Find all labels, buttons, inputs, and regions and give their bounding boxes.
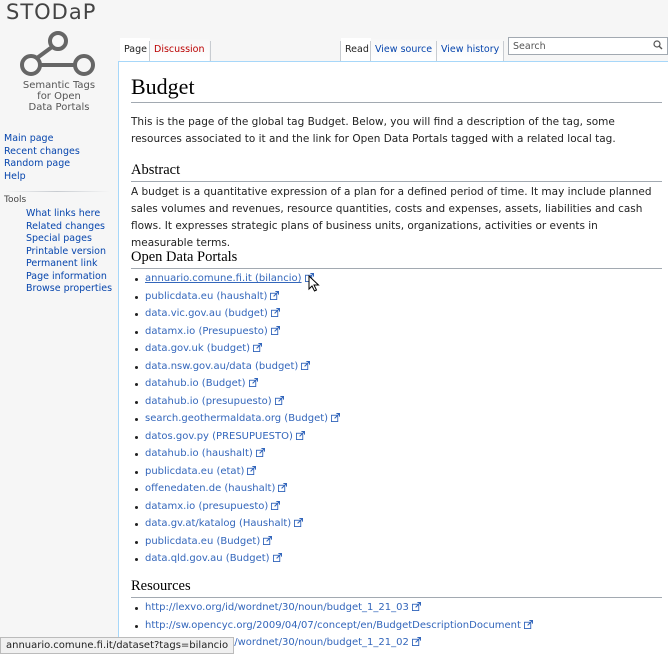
external-link-icon — [295, 430, 305, 440]
logo-subtitle: Semantic Tags for Open Data Portals — [22, 80, 96, 113]
portal-item-link[interactable]: annuario.comune.fi.it (bilancio) — [145, 273, 302, 284]
portal-item: publicdata.eu (etat) — [134, 463, 340, 481]
external-link-icon — [255, 448, 265, 457]
external-link-icon — [301, 360, 311, 370]
tab-bar: Page Discussion Read View source View hi… — [118, 33, 668, 61]
portal-item: data.gv.at/katalog (Haushalt) — [134, 515, 340, 533]
status-bar-url: annuario.comune.fi.it/dataset?tags=bilan… — [0, 637, 235, 654]
portals-heading: Open Data Portals — [131, 249, 238, 265]
tab-view-history[interactable]: View history — [437, 38, 504, 61]
external-link-icon — [263, 535, 273, 545]
external-link-icon — [271, 500, 281, 510]
external-link-icon — [272, 553, 282, 562]
portal-item: offenedaten.de (haushalt) — [134, 480, 340, 498]
tab-separator — [210, 41, 211, 61]
content-area: Budget This is the page of the global ta… — [118, 61, 668, 654]
portal-item-link[interactable]: data.vic.gov.au (budget) — [145, 308, 268, 319]
portal-item-link[interactable]: data.qld.gov.au (Budget) — [145, 553, 270, 564]
mouse-cursor-icon — [308, 275, 320, 292]
resources-heading: Resources — [131, 578, 191, 594]
portal-item-link[interactable]: data.gov.uk (budget) — [145, 343, 250, 354]
external-link-icon — [247, 465, 257, 475]
abstract-paragraph: A budget is a quantitative expression of… — [131, 186, 652, 249]
portal-item: data.vic.gov.au (budget) — [134, 305, 340, 323]
title-underline — [131, 102, 662, 103]
external-link-icon — [411, 637, 421, 646]
portal-item: data.gov.uk (budget) — [134, 340, 340, 358]
search-icon[interactable] — [653, 40, 663, 50]
tab-page[interactable]: Page — [120, 38, 151, 61]
portal-item: datahub.io (haushalt) — [134, 445, 340, 463]
external-link-icon — [411, 602, 421, 611]
resource-item: http://sw.opencyc.org/2009/04/07/concept… — [135, 617, 533, 635]
portal-item-link[interactable]: publicdata.eu (haushalt) — [145, 291, 267, 302]
external-link-icon — [248, 378, 258, 387]
portal-item-link[interactable]: data.gv.at/katalog (Haushalt) — [145, 518, 291, 529]
search-box — [508, 37, 668, 55]
nav-recent-changes[interactable]: Recent changes — [4, 146, 80, 159]
portal-item-link[interactable]: datahub.io (haushalt) — [145, 448, 253, 459]
portal-item: data.qld.gov.au (Budget) — [134, 550, 340, 568]
portal-item-link[interactable]: datamx.io (Presupuesto) — [145, 326, 268, 337]
portal-item-link[interactable]: datos.gov.py (PRESUPUESTO) — [145, 431, 293, 442]
external-link-icon — [274, 395, 284, 405]
external-link-icon — [523, 619, 533, 629]
portal-item-link[interactable]: publicdata.eu (etat) — [145, 466, 244, 477]
site-logo-text[interactable]: STODaP — [6, 0, 96, 24]
portal-item: datamx.io (Presupuesto) — [134, 323, 340, 341]
tool-permanent-link[interactable]: Permanent link — [26, 258, 112, 271]
portal-item-link[interactable]: datahub.io (presupuesto) — [145, 396, 272, 407]
tool-printable-version[interactable]: Printable version — [26, 246, 112, 259]
tab-read[interactable]: Read — [341, 38, 373, 61]
tools-divider — [4, 191, 110, 192]
portal-item-link[interactable]: data.nsw.gov.au/data (budget) — [145, 361, 298, 372]
tab-view-source[interactable]: View source — [371, 38, 437, 61]
tools-heading: Tools — [4, 195, 27, 205]
intro-paragraph: This is the page of the global tag Budge… — [131, 116, 616, 145]
portal-item-link[interactable]: publicdata.eu (Budget) — [145, 536, 260, 547]
external-link-icon — [270, 290, 280, 300]
section-underline — [131, 597, 662, 598]
nav-primary: Main page Recent changes Random page Hel… — [4, 133, 80, 183]
tool-page-information[interactable]: Page information — [26, 271, 112, 284]
portal-list: annuario.comune.fi.it (bilancio) publicda… — [131, 270, 341, 568]
tool-browse-properties[interactable]: Browse properties — [26, 283, 112, 296]
portal-item-link[interactable]: search.geothermaldata.org (Budget) — [145, 413, 328, 424]
portal-item: publicdata.eu (Budget) — [134, 533, 340, 551]
portal-item-link[interactable]: datamx.io (presupuesto) — [145, 501, 268, 512]
external-link-icon — [331, 413, 341, 422]
tab-separator — [503, 41, 504, 61]
portal-item-link[interactable]: datahub.io (Budget) — [145, 378, 246, 389]
resource-item: http://lexvo.org/id/wordnet/30/noun/budg… — [135, 599, 533, 617]
portal-item: datamx.io (presupuesto) — [134, 498, 340, 516]
portal-item: datahub.io (Budget) — [134, 375, 340, 393]
portal-item: data.nsw.gov.au/data (budget) — [134, 358, 340, 376]
external-link-icon — [253, 343, 263, 352]
external-link-icon — [270, 325, 280, 335]
portal-item: datahub.io (presupuesto) — [134, 393, 340, 411]
tool-what-links-here[interactable]: What links here — [26, 208, 112, 221]
external-link-icon — [294, 518, 304, 527]
section-underline — [131, 181, 662, 182]
portal-item-link[interactable]: offenedaten.de (haushalt) — [145, 483, 275, 494]
resource-item-link[interactable]: http://lexvo.org/id/wordnet/30/noun/budg… — [145, 602, 409, 613]
external-link-icon — [278, 483, 288, 492]
resource-item-link[interactable]: http://sw.opencyc.org/2009/04/07/concept… — [145, 620, 521, 631]
portal-item: search.geothermaldata.org (Budget) — [134, 410, 341, 428]
search-input[interactable] — [511, 38, 651, 54]
nav-help[interactable]: Help — [4, 171, 80, 184]
tool-special-pages[interactable]: Special pages — [26, 233, 112, 246]
tool-related-changes[interactable]: Related changes — [26, 221, 112, 234]
portal-item: datos.gov.py (PRESUPUESTO) — [134, 428, 340, 446]
tab-discussion[interactable]: Discussion — [150, 38, 209, 61]
abstract-heading: Abstract — [131, 162, 181, 178]
page-title: Budget — [131, 74, 195, 99]
logo-icon[interactable] — [18, 30, 98, 78]
nav-main-page[interactable]: Main page — [4, 133, 80, 146]
external-link-icon — [270, 308, 280, 317]
nav-tools: What links here Related changes Special … — [26, 208, 112, 296]
section-underline — [131, 268, 662, 269]
nav-random-page[interactable]: Random page — [4, 158, 80, 171]
